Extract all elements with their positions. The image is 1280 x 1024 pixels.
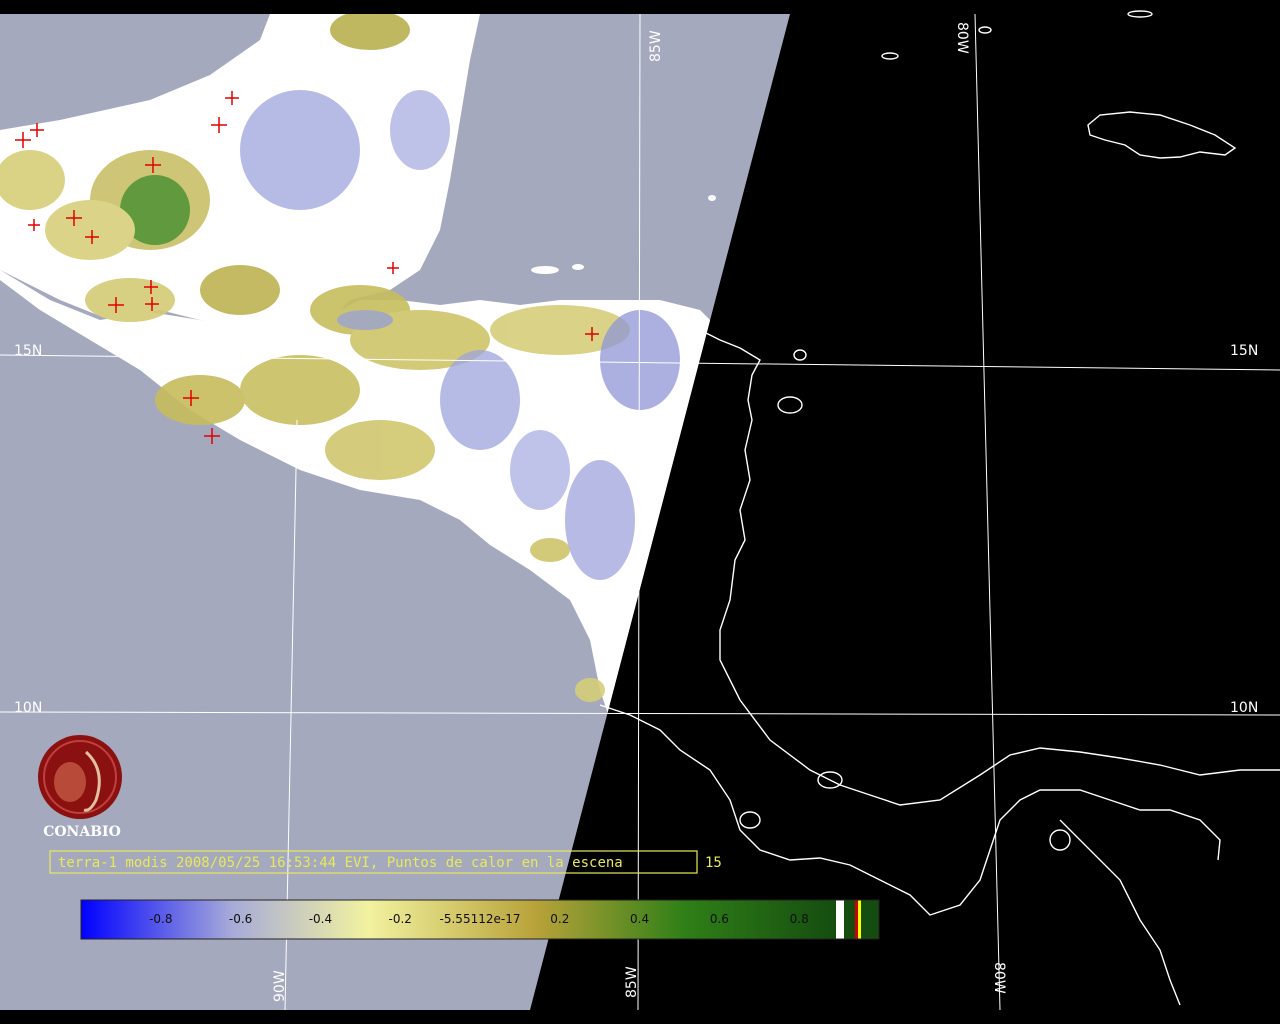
satellite-map: 15N 15N 10N 10N 90W 85W 85W 80W 80W CONA…: [0, 0, 1280, 1024]
lake-izabal: [337, 310, 393, 330]
colorbar-swatch-red: [855, 900, 858, 939]
lon-label-85w-top: 85W: [648, 30, 664, 62]
colorbar-swatch-yellow: [858, 900, 861, 939]
lat-label-15n-left: 15N: [14, 343, 42, 359]
colorbar-tick-label: -0.8: [149, 912, 172, 926]
lon-label-80w-top: 80W: [954, 22, 970, 54]
lake-nicaragua: [542, 630, 578, 650]
colorbar-swatch-end: [861, 900, 879, 939]
colorbar-tick-label: 0.8: [790, 912, 809, 926]
lon-label-90w: 90W: [272, 970, 288, 1002]
colorbar-tick-labels: -0.8 -0.6 -0.4 -0.2 -5.55112e-17 0.2 0.4 0.6 0.8: [149, 912, 809, 926]
conabio-logo: CONABIO: [38, 735, 122, 840]
colorbar-swatch-dark: [844, 900, 855, 939]
colorbar-swatch-white: [836, 900, 844, 939]
lat-label-10n-right: 10N: [1230, 700, 1258, 716]
colorbar-tick-label: 0.6: [710, 912, 729, 926]
hotspot-count: 15: [705, 855, 722, 871]
lon-label-80w-bottom: 80W: [991, 962, 1007, 994]
colorbar-tick-label: -0.2: [388, 912, 411, 926]
emblem-face-icon: [54, 762, 86, 802]
lat-label-15n-right: 15N: [1230, 343, 1258, 359]
caption-text: terra-1 modis 2008/05/25 16:53:44 EVI, P…: [58, 855, 623, 871]
conabio-label: CONABIO: [43, 824, 121, 840]
colorbar-tick-label: -0.4: [309, 912, 332, 926]
lon-label-85w-bottom: 85W: [624, 966, 640, 998]
colorbar-tick-label: 0.2: [550, 912, 569, 926]
lat-label-10n-left: 10N: [14, 700, 42, 716]
colorbar: -0.8 -0.6 -0.4 -0.2 -5.55112e-17 0.2 0.4 0.6 0.8: [80, 899, 880, 940]
colorbar-tick-label: 0.4: [630, 912, 649, 926]
colorbar-tick-label: -5.55112e-17: [440, 912, 521, 926]
colorbar-tick-label: -0.6: [229, 912, 252, 926]
